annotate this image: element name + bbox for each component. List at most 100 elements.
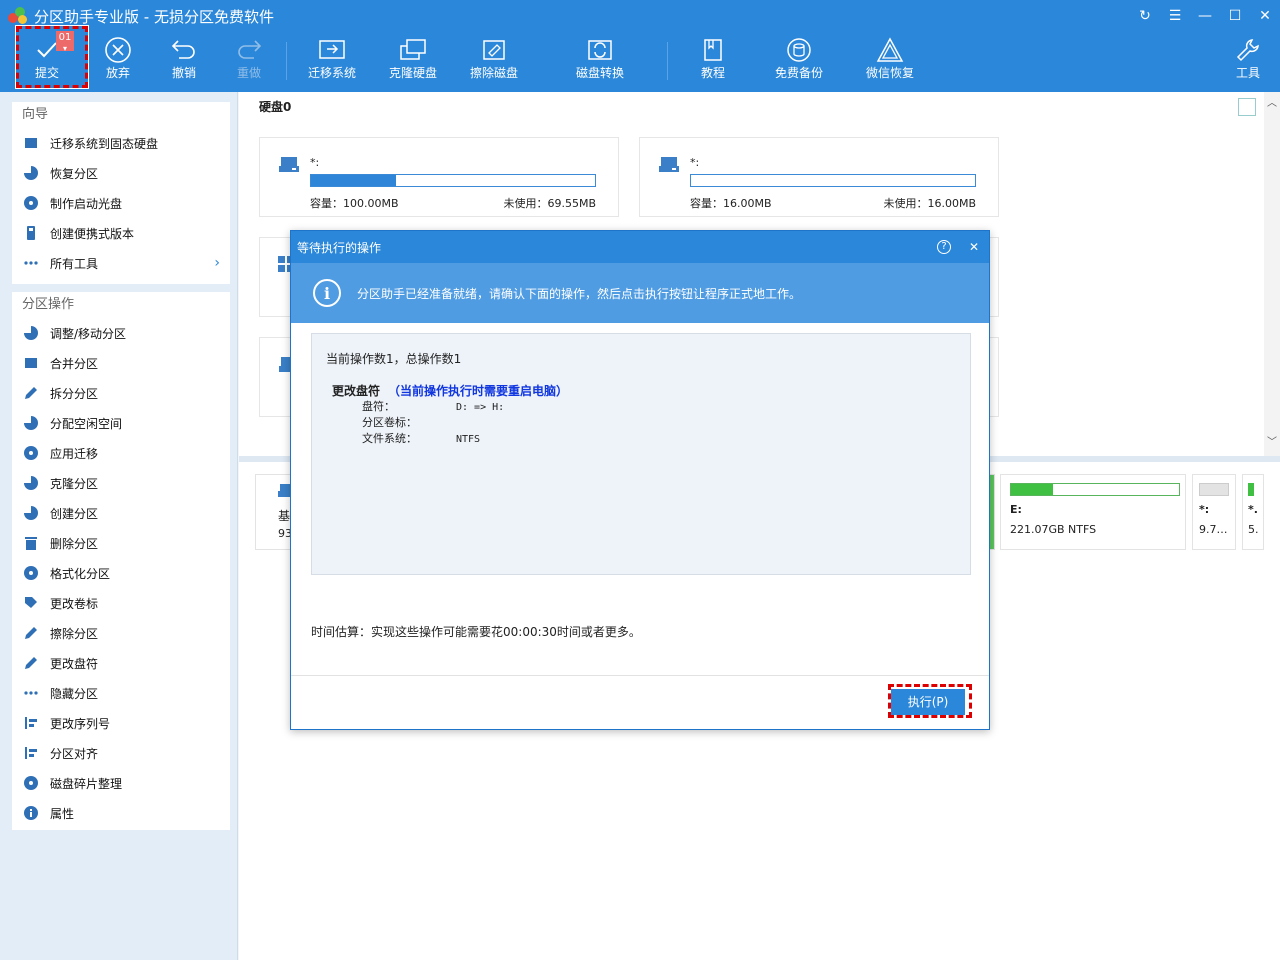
redo-label: 重做 [236,66,261,80]
partition-name: E: [1010,503,1022,516]
sidebar-item-wizard[interactable]: 恢复分区 [12,158,230,188]
pending-operations-dialog: 等待执行的操作 ? ✕ i 分区助手已经准备就绪，请确认下面的操作，然后点击执行… [290,230,990,730]
merge-icon [22,354,40,372]
wipe-disk-button[interactable]: 擦除磁盘 [459,34,529,88]
sidebar-item-operation[interactable]: 磁盘碎片整理 [12,768,230,798]
label-icon [22,594,40,612]
sidebar-item-label: 分区对齐 [50,746,99,761]
clone-disk-button[interactable]: 克隆硬盘 [378,34,448,88]
partition-name: *: [1199,503,1210,516]
view-toggle-icon[interactable] [1238,98,1256,116]
refresh-icon[interactable]: ↻ [1130,0,1160,32]
partition-card[interactable]: *: 容量：16.00MB 未使用：16.00MB [639,137,999,217]
sidebar-item-operation[interactable]: 合并分区 [12,348,230,378]
split-icon [22,384,40,402]
detail-key: 文件系统： [362,432,417,445]
partition-card[interactable]: *: 9.7… [1192,474,1236,550]
defrag-icon [22,774,40,792]
commit-button[interactable]: 提交 01 ▾ [12,31,82,88]
disk-map-label: 基 [278,509,291,523]
operations-list: 当前操作数1，总操作数1 更改盘符 （当前操作执行时需要重启电脑） 盘符： D: =… [311,333,971,575]
detail-key: 分区卷标： [362,416,417,429]
sidebar-item-wizard[interactable]: 所有工具 › [12,248,230,278]
sidebar-item-label: 应用迁移 [50,446,99,461]
toolbar-separator [667,42,668,80]
discard-label: 放弃 [105,66,130,80]
sidebar-item-label: 拆分分区 [50,386,99,401]
sidebar-item-operation[interactable]: 格式化分区 [12,558,230,588]
wizard-title: 向导 [22,107,49,122]
sidebar-item-label: 克隆分区 [50,476,99,491]
migrate-os-button[interactable]: 迁移系统 [297,34,367,88]
minimize-button[interactable]: — [1190,0,1220,32]
help-icon[interactable]: ? [929,231,959,263]
sidebar-item-wizard[interactable]: 迁移系统到固态硬盘 [12,128,230,158]
sidebar-item-label: 所有工具 [50,256,99,271]
partition-card[interactable]: *. 5. [1242,474,1264,550]
wizard-panel: 向导 迁移系统到固态硬盘恢复分区制作启动光盘创建便携式版本所有工具 › [12,102,230,284]
wechat-recovery-button[interactable]: 微信恢复 [855,34,925,88]
detail-value: D: => H: [456,402,505,413]
maximize-button[interactable]: ☐ [1220,0,1250,32]
chevron-right-icon: › [214,255,220,271]
sidebar-item-label: 恢复分区 [50,166,99,181]
usage-bar [1248,483,1254,496]
discard-button[interactable]: 放弃 [83,34,153,88]
sidebar-item-label: 更改序列号 [50,716,111,731]
sidebar-item-operation[interactable]: 删除分区 [12,528,230,558]
dialog-footer: 执行(P) [291,675,989,729]
free-backup-button[interactable]: 免费备份 [764,34,834,88]
sidebar-item-wizard[interactable]: 创建便携式版本 [12,218,230,248]
clone-icon [22,474,40,492]
info-icon: i [313,279,341,307]
sidebar-item-operation[interactable]: 拆分分区 [12,378,230,408]
sidebar-item-operation[interactable]: 调整/移动分区 [12,318,230,348]
pending-count-badge: 01 ▾ [56,31,74,53]
banner-text: 分区助手已经准备就绪，请确认下面的操作，然后点击执行按钮让程序正式地工作。 [357,286,802,301]
undo-button[interactable]: 撤销 [149,34,219,88]
sidebar-item-operation[interactable]: 隐藏分区 [12,678,230,708]
wipe-disk-label: 擦除磁盘 [469,66,518,80]
tools-button[interactable]: 工具 [1213,34,1280,88]
tutorial-button[interactable]: 教程 [678,34,748,88]
sidebar-item-wizard[interactable]: 制作启动光盘 [12,188,230,218]
migrate-os-label: 迁移系统 [307,66,356,80]
partition-e-card[interactable]: E: 221.07GB NTFS [1000,474,1186,550]
sidebar-item-operation[interactable]: 应用迁移 [12,438,230,468]
close-button[interactable]: ✕ [1250,0,1280,32]
sidebar-item-operation[interactable]: 分配空闲空间 [12,408,230,438]
operations-panel: 分区操作 调整/移动分区 合并分区 拆分分区 分配空闲空间 应用迁移 克隆分区 创建分区 删除… [12,292,230,830]
create-icon [22,504,40,522]
execute-button[interactable]: 执行(P) [891,689,965,715]
wechat-recovery-label: 微信恢复 [865,66,914,80]
sidebar-item-operation[interactable]: 更改盘符 [12,648,230,678]
disk-convert-icon [565,34,635,66]
vertical-scrollbar[interactable]: ︿ ﹀ [1264,92,1280,456]
close-icon[interactable]: ✕ [959,231,989,263]
redo-icon [214,34,284,66]
reboot-warning: （当前操作执行时需要重启电脑） [388,384,569,398]
sidebar-item-operation[interactable]: 克隆分区 [12,468,230,498]
sidebar-item-label: 格式化分区 [50,566,111,581]
clone-disk-icon [378,34,448,66]
disk-drive-icon [658,156,680,177]
app-title: 分区助手专业版 - 无损分区免费软件 [34,7,274,26]
sidebar-item-label: 制作启动光盘 [50,196,123,211]
redo-button[interactable]: 重做 [214,34,284,88]
sidebar-item-operation[interactable]: 更改序列号 [12,708,230,738]
operation-detail-row: 分区卷标： [362,414,456,430]
sidebar-item-operation[interactable]: 分区对齐 [12,738,230,768]
operation-title: 更改盘符 （当前操作执行时需要重启电脑） [332,382,568,399]
sidebar-item-operation[interactable]: 属性 [12,798,230,828]
menu-icon[interactable]: ☰ [1160,0,1190,32]
partition-capacity: 容量：100.00MB [310,197,399,210]
sidebar-item-operation[interactable]: 擦除分区 [12,618,230,648]
partition-info: 5. [1248,523,1259,536]
sidebar-item-operation[interactable]: 创建分区 [12,498,230,528]
partition-capacity: 容量：16.00MB [690,197,772,210]
disk-convert-button[interactable]: 磁盘转换 [565,34,635,88]
free-backup-label: 免费备份 [774,66,823,80]
detail-key: 盘符： [362,400,395,413]
sidebar-item-operation[interactable]: 更改卷标 [12,588,230,618]
partition-card[interactable]: *: 容量：100.00MB 未使用：69.55MB [259,137,619,217]
